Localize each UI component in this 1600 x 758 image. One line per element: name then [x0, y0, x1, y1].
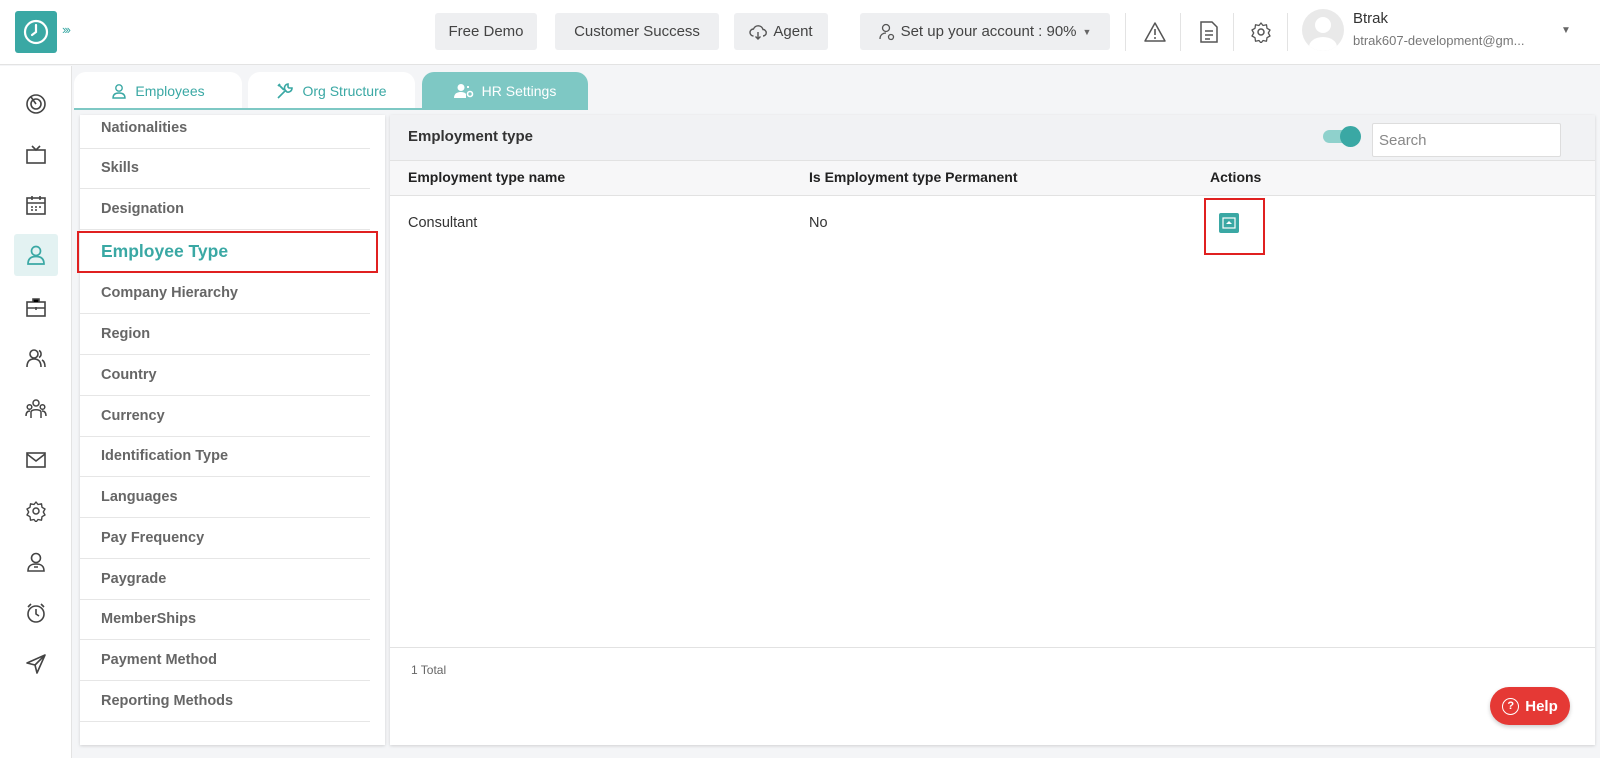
tab-hr-settings[interactable]: HR Settings	[422, 72, 588, 109]
alarm-clock-icon[interactable]	[14, 592, 58, 634]
expand-sidebar-icon[interactable]: ›››	[62, 22, 71, 37]
question-icon: ?	[1502, 697, 1520, 715]
customer-success-button[interactable]: Customer Success	[555, 13, 719, 50]
list-item-label: Languages	[101, 489, 178, 505]
mail-icon[interactable]	[14, 439, 58, 481]
archive-icon[interactable]	[1219, 213, 1239, 233]
list-item-label: Employee Type	[101, 241, 229, 261]
setup-account-dropdown[interactable]: Set up your account : 90% ▼	[860, 13, 1110, 50]
employee-person-icon[interactable]	[14, 234, 58, 276]
list-item-label: Paygrade	[101, 571, 167, 587]
agent-label: Agent	[773, 23, 813, 40]
list-item-label: Region	[101, 326, 151, 342]
dashboard-icon[interactable]	[14, 83, 58, 125]
user-email: btrak607-development@gm...	[1353, 33, 1525, 48]
briefcase-icon[interactable]	[14, 286, 58, 328]
app-logo-icon[interactable]	[15, 11, 57, 53]
team-icon[interactable]	[14, 337, 58, 379]
list-item-languages[interactable]: Languages	[80, 477, 370, 518]
list-item-company-hierarchy[interactable]: Company Hierarchy	[80, 273, 370, 314]
user-menu-caret-icon[interactable]: ▼	[1561, 25, 1571, 36]
free-demo-label: Free Demo	[448, 23, 524, 40]
settings-icon[interactable]	[14, 490, 58, 532]
caret-down-icon: ▼	[1082, 26, 1092, 37]
users-settings-icon	[453, 83, 473, 98]
user-setup-icon	[878, 23, 894, 40]
panel-header: Employment type	[390, 115, 1595, 161]
list-item-label: Pay Frequency	[101, 530, 205, 546]
divider	[1233, 13, 1234, 51]
top-header: ››› Free Demo Customer Success Agent Set…	[0, 0, 1600, 65]
list-item-label: Identification Type	[101, 448, 229, 464]
setup-account-label: Set up your account : 90%	[900, 23, 1077, 40]
left-sidebar	[0, 66, 72, 758]
cell-employment-type-name: Consultant	[408, 215, 478, 231]
help-button[interactable]: ? Help	[1490, 687, 1570, 725]
tv-icon[interactable]	[14, 134, 58, 176]
divider	[1125, 13, 1126, 51]
calendar-icon[interactable]	[14, 184, 58, 226]
list-item-employee-type[interactable]: Employee Type	[80, 231, 370, 272]
warning-icon[interactable]	[1143, 20, 1167, 44]
archive-toggle[interactable]	[1323, 126, 1361, 147]
user-badge-icon[interactable]	[14, 541, 58, 583]
list-item-payment-method[interactable]: Payment Method	[80, 640, 370, 681]
tab-underline	[74, 108, 588, 110]
group-icon[interactable]	[14, 388, 58, 430]
list-item-paygrade[interactable]: Paygrade	[80, 559, 370, 600]
user-name: Btrak	[1353, 10, 1389, 27]
tab-employees[interactable]: Employees	[74, 72, 242, 109]
list-item-skills[interactable]: Skills	[80, 148, 370, 189]
agent-button[interactable]: Agent	[734, 13, 828, 50]
tab-employees-label: Employees	[135, 82, 205, 99]
list-item-currency[interactable]: Currency	[80, 396, 370, 437]
free-demo-button[interactable]: Free Demo	[435, 13, 537, 50]
list-item-label: MemberShips	[101, 611, 197, 627]
avatar[interactable]	[1302, 9, 1344, 51]
help-label: Help	[1525, 697, 1558, 715]
list-item-pay-frequency[interactable]: Pay Frequency	[80, 518, 370, 559]
list-item-label: Designation	[101, 201, 184, 217]
hr-settings-list: Nationalities Skills Designation Employe…	[80, 115, 385, 745]
list-item-identification-type[interactable]: Identification Type	[80, 436, 370, 477]
list-item-label: Country	[101, 367, 157, 383]
list-item-nationalities[interactable]: Nationalities	[80, 115, 370, 149]
list-item-designation[interactable]: Designation	[80, 189, 370, 230]
customer-success-label: Customer Success	[574, 23, 700, 40]
tools-icon	[277, 82, 294, 99]
list-item-label: Payment Method	[101, 652, 218, 668]
list-item-label: Skills	[101, 160, 139, 176]
settings-gear-icon[interactable]	[1249, 20, 1273, 44]
column-header-name[interactable]: Employment type name	[408, 169, 565, 185]
cloud-download-icon	[749, 24, 768, 40]
divider	[390, 647, 1595, 648]
toggle-knob	[1340, 126, 1361, 147]
list-item-reporting-methods[interactable]: Reporting Methods	[80, 681, 370, 722]
cell-is-permanent: No	[809, 215, 828, 231]
list-item-label: Currency	[101, 408, 165, 424]
tab-org-structure[interactable]: Org Structure	[248, 72, 415, 109]
column-header-permanent[interactable]: Is Employment type Permanent	[809, 169, 1018, 185]
send-icon[interactable]	[14, 643, 58, 685]
list-item-label: Company Hierarchy	[101, 285, 238, 301]
person-icon	[112, 83, 127, 99]
divider	[1180, 13, 1181, 51]
page-title: Employment type	[408, 128, 534, 145]
list-item-country[interactable]: Country	[80, 355, 370, 396]
tab-org-structure-label: Org Structure	[302, 82, 387, 99]
total-count: 1 Total	[411, 663, 447, 677]
list-item-memberships[interactable]: MemberShips	[80, 599, 370, 640]
tab-hr-settings-label: HR Settings	[481, 82, 557, 99]
list-item-label: Reporting Methods	[101, 693, 234, 709]
list-item-label: Nationalities	[101, 120, 188, 136]
column-header-actions: Actions	[1210, 169, 1262, 185]
employment-type-panel: Employment type Employment type name Is …	[390, 115, 1595, 745]
document-icon[interactable]	[1197, 20, 1221, 44]
search-input[interactable]	[1372, 123, 1561, 157]
list-item-region[interactable]: Region	[80, 314, 370, 355]
divider	[1287, 13, 1288, 51]
